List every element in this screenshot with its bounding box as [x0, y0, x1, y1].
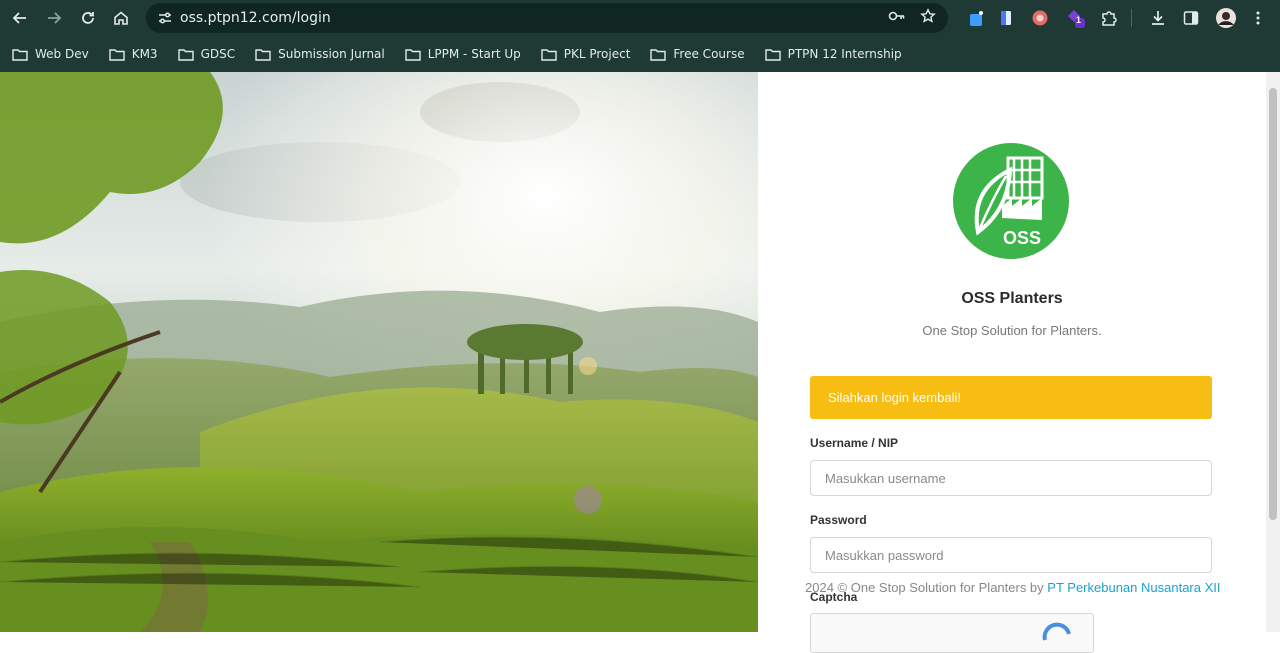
footer-company-link[interactable]: PT Perkebunan Nusantara XII	[1047, 580, 1220, 595]
url-text[interactable]: oss.ptpn12.com/login	[180, 10, 331, 26]
arrow-right-icon	[48, 12, 62, 24]
reload-button[interactable]	[71, 0, 105, 36]
page-scrollbar[interactable]	[1266, 72, 1280, 632]
home-icon	[114, 11, 128, 25]
forward-button[interactable]	[37, 0, 71, 36]
extension-badge-icon[interactable]: 1	[1064, 0, 1088, 36]
bookmark-label: Submission Jurnal	[278, 47, 385, 61]
toolbar-divider	[1131, 0, 1132, 36]
profile-avatar[interactable]	[1215, 0, 1237, 36]
extensions-puzzle-icon[interactable]	[1100, 0, 1118, 36]
logo-text: OSS	[1003, 228, 1041, 248]
reload-icon	[82, 12, 94, 24]
password-key-icon[interactable]	[888, 9, 906, 28]
home-button[interactable]	[104, 0, 138, 36]
bookmark-label: KM3	[131, 47, 158, 61]
address-bar[interactable]: oss.ptpn12.com/login	[146, 3, 948, 33]
scrollbar-thumb[interactable]	[1269, 88, 1277, 520]
login-panel: OSS OSS Planters One Stop Solution for P…	[758, 72, 1266, 653]
extension-record-icon[interactable]	[1031, 0, 1049, 36]
app-subtitle: One Stop Solution for Planters.	[922, 323, 1102, 338]
menu-kebab-icon[interactable]	[1252, 0, 1264, 36]
bookmarks-bar: Web Dev KM3 GDSC Submission Jurnal LPPM …	[0, 36, 1280, 72]
password-input[interactable]	[810, 537, 1212, 573]
extension-cube-icon[interactable]	[966, 0, 986, 36]
bookmark-folder[interactable]: Submission Jurnal	[255, 47, 385, 61]
password-label: Password	[810, 513, 867, 527]
login-alert: Silahkan login kembali!	[810, 376, 1212, 419]
bookmark-folder[interactable]: Web Dev	[12, 47, 89, 61]
folder-icon	[650, 48, 667, 61]
oss-logo: OSS	[950, 140, 1072, 262]
site-info-icon[interactable]	[150, 10, 180, 26]
bookmark-label: PKL Project	[563, 47, 631, 61]
bookmark-star-icon[interactable]	[920, 7, 936, 29]
bookmark-folder[interactable]: GDSC	[177, 47, 236, 61]
bookmark-label: GDSC	[200, 47, 236, 61]
arrow-left-icon	[12, 12, 26, 24]
captcha-widget[interactable]	[810, 613, 1094, 653]
folder-icon	[405, 48, 421, 61]
back-button[interactable]	[3, 0, 37, 36]
bookmark-folder[interactable]: LPPM - Start Up	[405, 47, 521, 61]
folder-icon	[541, 48, 557, 61]
download-icon[interactable]	[1149, 0, 1167, 36]
recaptcha-icon	[1042, 622, 1071, 641]
username-input[interactable]	[810, 460, 1212, 496]
side-panel-icon[interactable]	[1183, 0, 1199, 36]
tea-plantation-hero-image	[0, 72, 758, 632]
extension-count-badge: 1	[1076, 15, 1082, 25]
extension-doc-icon[interactable]	[998, 0, 1014, 36]
browser-toolbar: oss.ptpn12.com/login 1	[0, 0, 1280, 36]
folder-icon	[109, 48, 125, 61]
footer-text: 2024 © One Stop Solution for Planters by	[805, 580, 1044, 595]
page-footer: 2024 © One Stop Solution for Planters by…	[805, 580, 1221, 595]
folder-icon	[255, 48, 271, 61]
bookmark-label: Free Course	[673, 47, 745, 61]
bookmark-label: Web Dev	[35, 47, 89, 61]
folder-icon	[12, 48, 28, 61]
folder-icon	[177, 48, 194, 61]
app-title: OSS Planters	[961, 290, 1063, 307]
username-label: Username / NIP	[810, 436, 899, 450]
folder-icon	[764, 48, 781, 61]
bookmark-folder[interactable]: PTPN 12 Internship	[764, 47, 902, 61]
bookmark-folder[interactable]: PKL Project	[541, 47, 631, 61]
bookmark-folder[interactable]: KM3	[109, 47, 158, 61]
bookmark-label: PTPN 12 Internship	[787, 47, 902, 61]
bookmark-label: LPPM - Start Up	[427, 47, 521, 61]
bookmark-folder[interactable]: Free Course	[650, 47, 745, 61]
